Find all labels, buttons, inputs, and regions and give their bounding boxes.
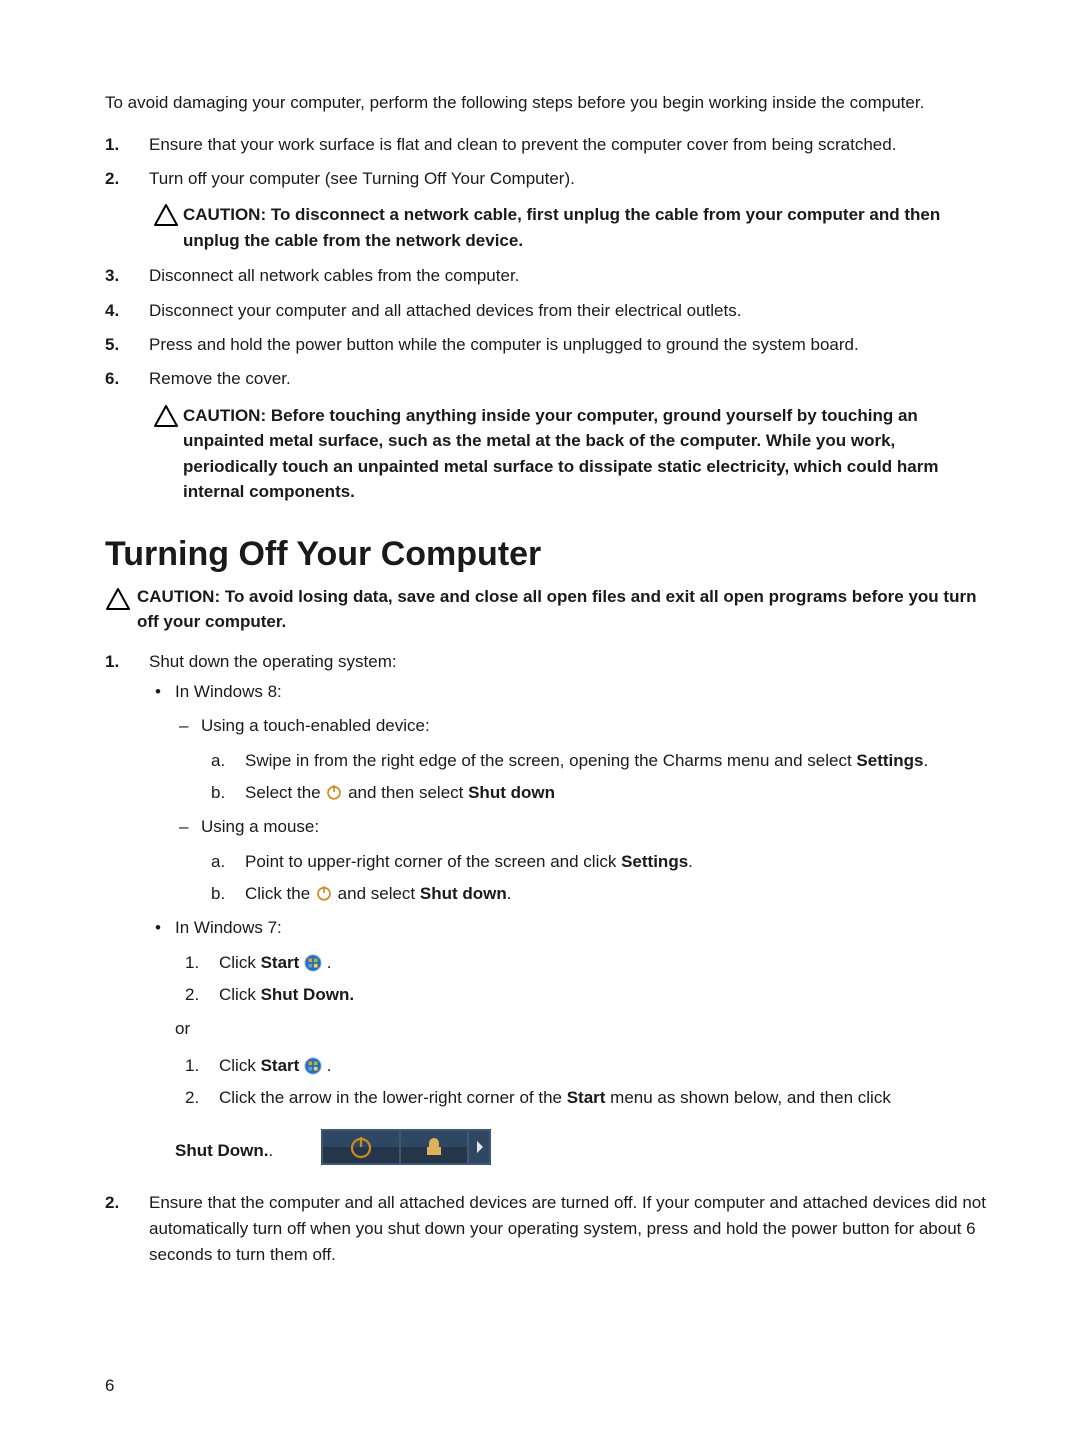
- caution-icon: [105, 588, 131, 610]
- settings-label: Settings: [856, 751, 923, 770]
- start-orb-icon: [304, 1057, 322, 1075]
- list-text: Ensure that the computer and all attache…: [149, 1190, 990, 1269]
- dash-touch: Using a touch-enabled device: a. Swipe i…: [175, 713, 990, 806]
- sub-item: 1. Click Start .: [175, 1053, 990, 1079]
- step-text: Swipe in from the right edge of the scre…: [245, 751, 856, 770]
- start-label: Start: [567, 1088, 606, 1107]
- caution-icon: [153, 405, 179, 427]
- bullet-label: In Windows 7:: [175, 918, 282, 937]
- step-text: Click: [219, 985, 261, 1004]
- bullet-win8: In Windows 8: Using a touch-enabled devi…: [149, 679, 990, 907]
- start-orb-icon: [304, 954, 322, 972]
- shutdown-row-label: Shut Down.: [175, 1138, 268, 1164]
- list-text: Ensure that your work surface is flat an…: [149, 132, 896, 158]
- caution-text: CAUTION: Before touching anything inside…: [183, 403, 990, 505]
- alpha-item: a. Swipe in from the right edge of the s…: [201, 748, 990, 774]
- step-text: Click: [219, 1056, 261, 1075]
- caution-block: CAUTION: To disconnect a network cable, …: [153, 202, 990, 253]
- sub-item: 1. Click Start .: [175, 950, 990, 976]
- shutdown-bold: Shut Down.: [261, 985, 354, 1004]
- sub-item: 2. Click the arrow in the lower-right co…: [175, 1085, 990, 1111]
- bullet-win7: In Windows 7: 1. Click Start . 2. Click …: [149, 915, 990, 1173]
- list-text: Disconnect all network cables from the c…: [149, 263, 519, 289]
- before-working-list-2: 3.Disconnect all network cables from the…: [105, 263, 990, 392]
- step-text: and select: [338, 884, 420, 903]
- list-item: 4.Disconnect your computer and all attac…: [105, 298, 990, 324]
- list-text: Remove the cover.: [149, 366, 291, 392]
- start-label: Start: [261, 953, 300, 972]
- sub-item: 2. Click Shut Down.: [175, 982, 990, 1008]
- list-text: Shut down the operating system:: [149, 652, 397, 671]
- list-item: 5.Press and hold the power button while …: [105, 332, 990, 358]
- step-text: menu as shown below, and then click: [605, 1088, 890, 1107]
- power-icon: [315, 884, 338, 903]
- shutdown-label: Shut down: [420, 884, 507, 903]
- caution-block: CAUTION: To avoid losing data, save and …: [105, 584, 990, 635]
- win7-steps: 1. Click Start . 2. Click Shut Down.: [175, 950, 990, 1009]
- win7-steps-alt: 1. Click Start . 2. Click the arrow in t…: [175, 1053, 990, 1112]
- dash-mouse: Using a mouse: a. Point to upper-right c…: [175, 814, 990, 907]
- document-page: To avoid damaging your computer, perform…: [0, 0, 1080, 1434]
- list-item: 2.Turn off your computer (see Turning Of…: [105, 166, 990, 192]
- step-text: Click the: [245, 884, 315, 903]
- step-text: Click the arrow in the lower-right corne…: [219, 1088, 567, 1107]
- caution-text: CAUTION: To disconnect a network cable, …: [183, 202, 990, 253]
- os-bullets: In Windows 8: Using a touch-enabled devi…: [149, 679, 990, 1174]
- page-number: 6: [105, 1376, 114, 1396]
- step-text: Select the: [245, 783, 325, 802]
- list-item: 1.Ensure that your work surface is flat …: [105, 132, 990, 158]
- method-list: Using a touch-enabled device: a. Swipe i…: [175, 713, 990, 907]
- alpha-item: b. Select the and then select Shut down: [201, 780, 990, 806]
- caution-text: CAUTION: To avoid losing data, save and …: [137, 584, 990, 635]
- list-item: 3.Disconnect all network cables from the…: [105, 263, 990, 289]
- step-text: Click: [219, 953, 261, 972]
- shutdown-split-button[interactable]: [321, 1129, 491, 1173]
- list-text: Press and hold the power button while th…: [149, 332, 859, 358]
- intro-paragraph: To avoid damaging your computer, perform…: [105, 90, 990, 116]
- caution-icon: [153, 204, 179, 226]
- touch-steps: a. Swipe in from the right edge of the s…: [201, 748, 990, 807]
- shutdown-label: Shut down: [468, 783, 555, 802]
- list-item: 2.Ensure that the computer and all attac…: [105, 1190, 990, 1269]
- step-text: and then select: [348, 783, 468, 802]
- or-text: or: [175, 1016, 990, 1042]
- mouse-steps: a. Point to upper-right corner of the sc…: [201, 849, 990, 908]
- start-label: Start: [261, 1056, 300, 1075]
- power-icon: [325, 783, 348, 802]
- list-item: 6.Remove the cover.: [105, 366, 990, 392]
- list-text: Turn off your computer (see Turning Off …: [149, 166, 575, 192]
- step-text: Point to upper-right corner of the scree…: [245, 852, 621, 871]
- alpha-item: b. Click the and select Shut down.: [201, 881, 990, 907]
- dash-label: Using a mouse:: [201, 817, 319, 836]
- caution-block: CAUTION: Before touching anything inside…: [153, 403, 990, 505]
- shutdown-list: 1. Shut down the operating system: In Wi…: [105, 649, 990, 1269]
- list-item: 1. Shut down the operating system: In Wi…: [105, 649, 990, 1182]
- list-text: Disconnect your computer and all attache…: [149, 298, 741, 324]
- bullet-label: In Windows 8:: [175, 682, 282, 701]
- section-heading: Turning Off Your Computer: [105, 535, 990, 574]
- alpha-item: a. Point to upper-right corner of the sc…: [201, 849, 990, 875]
- dash-label: Using a touch-enabled device:: [201, 716, 430, 735]
- before-working-list: 1.Ensure that your work surface is flat …: [105, 132, 990, 193]
- settings-label: Settings: [621, 852, 688, 871]
